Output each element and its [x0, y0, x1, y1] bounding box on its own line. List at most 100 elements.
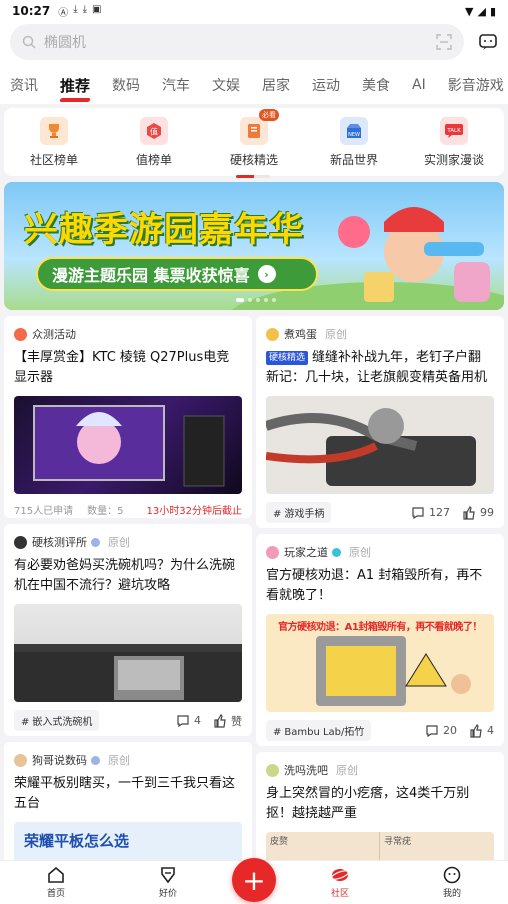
verified-icon: [91, 537, 100, 547]
quick-community-rank[interactable]: 社区榜单: [9, 116, 99, 168]
author-avatar: [266, 763, 279, 777]
original-label: 原创: [336, 764, 358, 777]
quick-label: 值榜单: [135, 152, 172, 167]
original-label: 原创: [325, 328, 347, 341]
feed-card[interactable]: 狗哥说数码 原创 荣耀平板别瞎买，一千到三千我只看这五台 荣耀平板怎么选: [4, 742, 252, 872]
publish-button[interactable]: +: [232, 858, 276, 902]
svg-text:TALK: TALK: [446, 128, 461, 134]
status-time: 10:27: [12, 4, 51, 18]
scan-icon[interactable]: [436, 34, 452, 50]
feed-card[interactable]: 众测活动 【丰厚赏金】KTC 棱镜 Q27Plus电竞显示器 715人已申请 数…: [4, 316, 252, 518]
comment-count[interactable]: 127: [411, 506, 450, 520]
card-title: 【丰厚赏金】KTC 棱镜 Q27Plus电竞显示器: [14, 350, 230, 385]
tab-av-games[interactable]: 影音游戏: [448, 75, 504, 95]
carnival-banner[interactable]: 兴趣季游园嘉年华 漫游主题乐园 集票收获惊喜 ›: [4, 182, 504, 310]
topic-name: Bambu Lab/拓竹: [284, 727, 365, 738]
carousel-dots: [236, 298, 276, 302]
quick-hardcore-picks[interactable]: 必看 硬核精选: [209, 108, 299, 178]
comment-icon: [412, 506, 424, 519]
author-name[interactable]: 众测活动: [32, 326, 76, 342]
search-input[interactable]: 椭圆机: [44, 32, 86, 52]
topic-chip[interactable]: # 游戏手柄: [266, 502, 332, 523]
author-avatar: [14, 535, 27, 549]
comment-icon: [177, 714, 189, 727]
download-icon: ⤓: [73, 3, 78, 15]
feed-card[interactable]: 硬核测评所 原创 有必要劝爸妈买洗碗机吗？为什么洗碗机在中国不流行？避坑攻略 #…: [4, 524, 252, 736]
thumbs-up-icon: [463, 505, 475, 520]
thumbs-up-icon: [470, 723, 482, 738]
nav-home[interactable]: 首页: [26, 866, 86, 899]
nav-label: 首页: [46, 889, 65, 899]
dishwasher-image: [14, 604, 242, 702]
author-avatar: [266, 545, 279, 559]
quick-active-indicator: [236, 174, 270, 178]
app-notification-icon: ▣: [92, 3, 102, 15]
tab-auto[interactable]: 汽车: [162, 75, 190, 95]
tab-entertainment[interactable]: 文娱: [212, 75, 240, 95]
tab-food[interactable]: 美食: [362, 75, 390, 95]
feed-card[interactable]: 煮鸡蛋 原创 硬核精选 缝缝补补战九年，老钉子户翻新记：几十块，让老旗舰变精英备用…: [256, 316, 504, 528]
tab-ai[interactable]: AI: [412, 77, 426, 93]
author-name[interactable]: 玩家之道: [284, 544, 328, 560]
author-avatar: [266, 327, 279, 341]
download-icon: ⤓: [82, 3, 88, 15]
comment-number: 20: [443, 724, 457, 737]
quick-new-products[interactable]: NEW 新品世界: [309, 116, 399, 168]
quick-label: 新品世界: [329, 152, 378, 167]
search-bar[interactable]: 椭圆机: [10, 24, 464, 60]
search-icon: [22, 35, 36, 49]
like-number: 4: [487, 724, 494, 737]
status-bar: 10:27 Ⓐ ⤓ ⤓ ▣ ▼ ◢ ▮: [0, 0, 508, 22]
nav-deals[interactable]: 好价: [138, 866, 198, 899]
author-name[interactable]: 硬核测评所: [32, 534, 87, 550]
comment-count[interactable]: 4: [176, 714, 201, 728]
nav-profile[interactable]: 我的: [422, 866, 482, 899]
banner-subtitle: 漫游主题乐园 集票收获惊喜: [52, 266, 250, 285]
card-title: 身上突然冒的小疙瘩，这4类千万别抠！越挠越严重: [266, 786, 470, 821]
quick-value-rank[interactable]: 值 值榜单: [109, 116, 199, 168]
image-caption: 荣耀平板怎么选: [24, 832, 130, 850]
nav-community[interactable]: 社区: [310, 866, 370, 899]
home-icon: [48, 866, 64, 883]
like-count[interactable]: 99: [462, 505, 494, 520]
feed-card[interactable]: 玩家之道 原创 官方硬核劝退：A1 封箱毁所有，再不看就晚了！ 官方硬核劝退：A…: [256, 534, 504, 746]
like-number: 赞: [231, 714, 242, 728]
author-name[interactable]: 洗吗洗吧: [284, 762, 328, 778]
verified-icon: [332, 547, 341, 557]
quick-tester-talk[interactable]: TALK 实测家漫谈: [409, 116, 499, 168]
comment-icon: [426, 724, 438, 737]
profile-icon: [443, 866, 461, 884]
tab-home[interactable]: 居家: [262, 75, 290, 95]
message-button[interactable]: [476, 30, 500, 54]
tab-recommend[interactable]: 推荐: [60, 75, 90, 96]
applied-count: 715人已申请: [14, 506, 74, 517]
comment-number: 127: [429, 506, 450, 519]
feed-card[interactable]: 洗吗洗吧 原创 身上突然冒的小疙瘩，这4类千万别抠！越挠越严重 皮赘 寻常疣: [256, 752, 504, 872]
banner-cta[interactable]: 漫游主题乐园 集票收获惊喜 ›: [36, 257, 318, 291]
banner-title: 兴趣季游园嘉年华: [24, 210, 304, 250]
author-name[interactable]: 煮鸡蛋: [284, 326, 317, 342]
nav-label: 社区: [330, 889, 349, 899]
quick-label: 实测家漫谈: [423, 152, 484, 167]
book-icon: [240, 116, 268, 145]
author-name[interactable]: 狗哥说数码: [32, 752, 87, 768]
original-label: 原创: [108, 536, 130, 549]
original-label: 原创: [108, 754, 130, 767]
tab-sports[interactable]: 运动: [312, 75, 340, 95]
thumbs-up-icon: [214, 713, 226, 728]
original-label: 原创: [349, 546, 371, 559]
plus-icon: +: [242, 863, 266, 897]
like-count[interactable]: 赞: [213, 713, 242, 729]
phone-repair-image: [266, 396, 494, 494]
tab-news[interactable]: 资讯: [10, 75, 38, 95]
talk-icon: TALK: [440, 116, 468, 145]
price-tag-icon: [161, 867, 175, 884]
nav-label: 好价: [158, 889, 177, 899]
author-avatar: [14, 753, 27, 767]
like-count[interactable]: 4: [469, 723, 494, 738]
topic-chip[interactable]: # Bambu Lab/拓竹: [266, 720, 372, 741]
tab-digital[interactable]: 数码: [112, 75, 140, 95]
value-badge-icon: 值: [140, 116, 168, 145]
topic-chip[interactable]: # 嵌入式洗碗机: [14, 710, 100, 731]
comment-count[interactable]: 20: [425, 724, 457, 738]
